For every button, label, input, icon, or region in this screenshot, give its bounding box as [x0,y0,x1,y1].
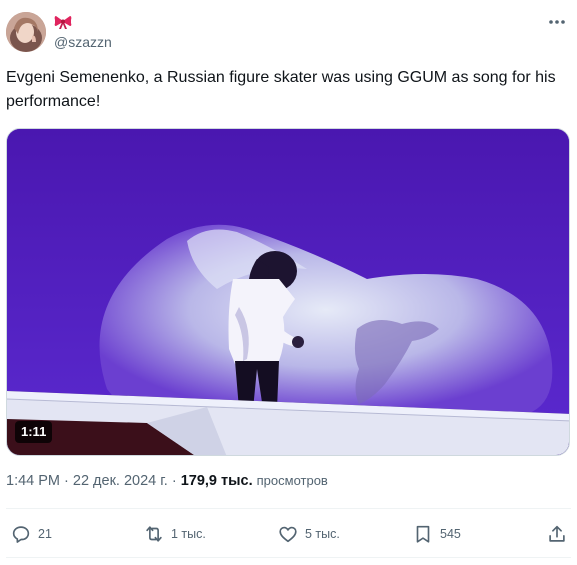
avatar-image [6,12,46,52]
divider [6,557,571,558]
share-upload-icon [549,525,565,542]
bow-icon [54,16,72,29]
repost-arrows-icon [146,526,162,542]
reply-count: 21 [38,527,52,541]
reply-bubble-icon [12,526,30,543]
meta-separator: · [171,473,181,489]
tweet-date[interactable]: 22 дек. 2024 г. [73,473,168,489]
bookmark-count: 545 [440,527,461,541]
share-button[interactable] [546,520,568,548]
video-frame [7,129,569,455]
tweet-text: Evgeni Semenenko, a Russian figure skate… [6,69,556,110]
bookmark-icon [416,525,430,543]
repost-button[interactable]: 1 тыс. [143,520,206,548]
like-button[interactable]: 5 тыс. [277,520,340,548]
repost-count: 1 тыс. [171,527,206,541]
heart-icon [279,526,297,543]
tweet-time[interactable]: 1:44 PM [6,473,60,489]
more-dots-icon [549,20,565,24]
tweet-actions-bar: 21 1 тыс. 5 тыс. 545 [0,520,577,548]
more-options-button[interactable] [545,12,569,32]
reply-button[interactable]: 21 [10,520,52,548]
bookmark-button[interactable]: 545 [412,520,461,548]
views-count: 179,9 тыс. [180,473,253,489]
avatar[interactable] [6,12,46,52]
divider [6,508,571,509]
video-player[interactable] [6,128,570,456]
like-count: 5 тыс. [305,527,340,541]
views-label: просмотров [256,473,328,488]
meta-separator: · [64,473,73,489]
user-handle[interactable]: @szazzn [54,34,112,50]
video-duration-badge: 1:11 [15,421,53,443]
tweet-meta: 1:44 PM · 22 дек. 2024 г. · 179,9 тыс. п… [6,473,328,489]
display-name[interactable] [54,12,72,32]
